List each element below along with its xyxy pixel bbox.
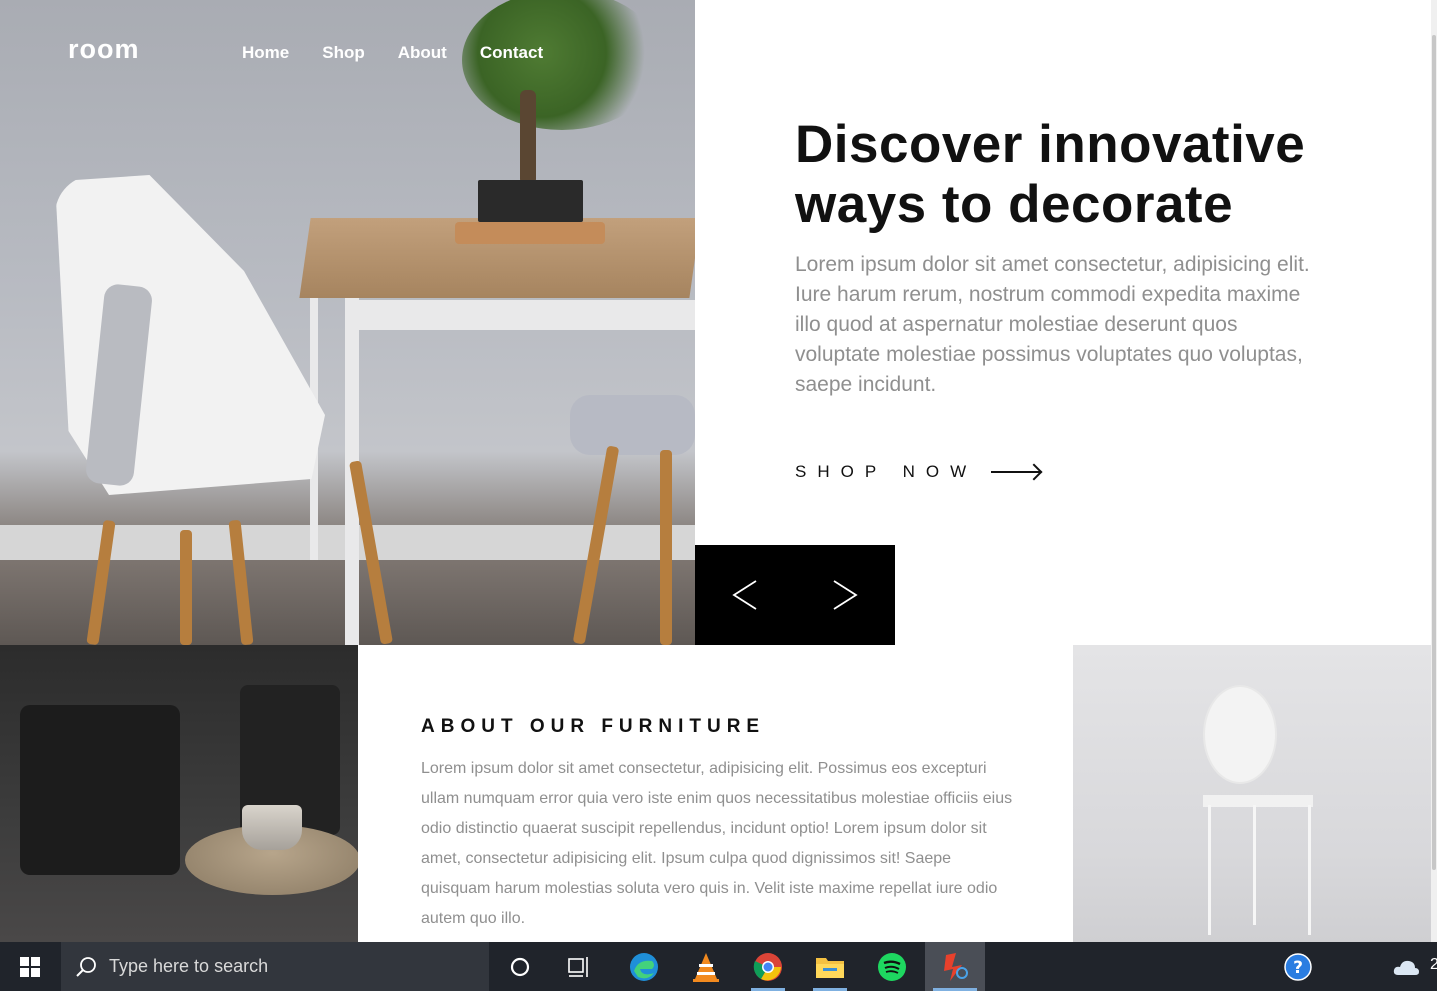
- windows-taskbar: Type here to search ? 2: [0, 942, 1437, 991]
- angle-right-icon: [833, 580, 858, 610]
- angle-left-icon: [732, 580, 757, 610]
- svg-text:?: ?: [1293, 958, 1303, 978]
- taskbar-search-box[interactable]: Type here to search: [61, 942, 489, 991]
- chair-leg: [660, 450, 672, 645]
- ceramic-cup: [242, 805, 302, 850]
- shop-now-link[interactable]: SHOP NOW: [795, 462, 1042, 482]
- task-view-icon: [568, 956, 588, 977]
- search-placeholder: Type here to search: [109, 956, 269, 976]
- task-view-button[interactable]: [555, 942, 605, 991]
- bonsai-pot: [478, 180, 583, 222]
- edge-button[interactable]: [619, 942, 669, 991]
- file-explorer-button[interactable]: [805, 942, 855, 991]
- armchair: [20, 705, 180, 875]
- windows-icon: [20, 956, 40, 977]
- chrome-button[interactable]: [743, 942, 793, 991]
- table-rail: [345, 300, 695, 330]
- nav-shop[interactable]: Shop: [322, 43, 365, 63]
- dark-furniture-image: [0, 645, 358, 942]
- chair-leg: [1308, 805, 1311, 935]
- cortana-icon: [510, 957, 530, 976]
- slider-controls: [695, 545, 895, 645]
- slider-prev-button[interactable]: [695, 545, 795, 645]
- wood-tray: [455, 222, 605, 244]
- vlc-button[interactable]: [681, 942, 731, 991]
- hero-image: [0, 0, 695, 645]
- help-tray-button[interactable]: ?: [1273, 942, 1323, 991]
- tray-clock-partial: 2: [1430, 956, 1437, 973]
- chair-leg: [1208, 805, 1211, 935]
- site-logo[interactable]: room: [68, 34, 140, 65]
- main-nav: Home Shop About Contact: [242, 43, 543, 63]
- chair-leg: [180, 530, 192, 645]
- about-title: ABOUT OUR FURNITURE: [421, 716, 766, 737]
- vlc-icon: [693, 952, 719, 982]
- edge-icon: [630, 952, 658, 981]
- bonsai-leaves: [462, 0, 662, 130]
- chrome-icon: [753, 952, 782, 981]
- about-description: Lorem ipsum dolor sit amet consectetur, …: [421, 760, 1013, 927]
- chair-backrest: [1203, 685, 1277, 784]
- nav-home[interactable]: Home: [242, 43, 289, 63]
- arrow-right-icon: [991, 471, 1042, 473]
- light-chair-image: [1073, 645, 1431, 942]
- onedrive-tray-button[interactable]: [1381, 942, 1431, 991]
- chair-leg: [1253, 805, 1256, 925]
- cloud-icon: [1393, 960, 1419, 975]
- shop-now-label: SHOP NOW: [795, 462, 978, 481]
- file-explorer-icon: [816, 957, 844, 978]
- slider-next-button[interactable]: [795, 545, 895, 645]
- gray-chair: [570, 395, 695, 455]
- help-icon: ?: [1284, 952, 1312, 981]
- search-icon: [76, 956, 96, 977]
- spotify-button[interactable]: [867, 942, 917, 991]
- start-button[interactable]: [0, 942, 60, 991]
- hero-title: Discover innovative ways to decorate: [795, 115, 1306, 234]
- pinned-app-button[interactable]: [925, 942, 985, 991]
- spotify-icon: [878, 952, 906, 981]
- bonsai-trunk: [520, 90, 536, 185]
- cortana-button[interactable]: [495, 942, 545, 991]
- hero-description: Lorem ipsum dolor sit amet consectetur, …: [795, 253, 1310, 396]
- pinned-app-icon: [944, 952, 968, 981]
- nav-about[interactable]: About: [398, 43, 447, 63]
- page-scrollbar-thumb[interactable]: [1432, 35, 1436, 870]
- chair-seat: [1203, 795, 1313, 807]
- nav-contact[interactable]: Contact: [480, 43, 543, 63]
